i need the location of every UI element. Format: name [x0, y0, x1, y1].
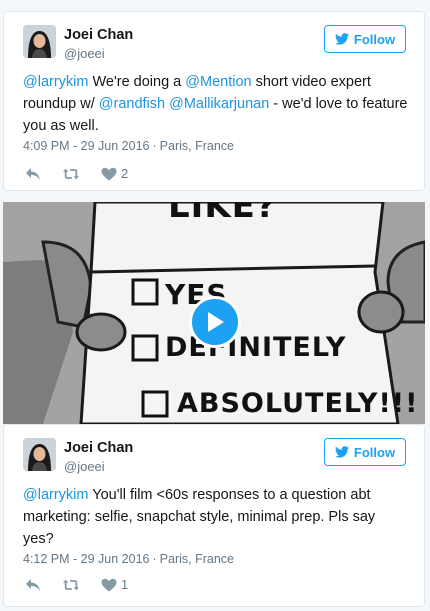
like-button[interactable]: 1	[101, 577, 128, 592]
retweet-icon	[63, 579, 79, 590]
like-count: 1	[121, 577, 129, 592]
twitter-bird-icon	[334, 33, 349, 45]
tweet-card: Joei Chan @joeei Follow @larrykim We're …	[3, 11, 425, 191]
tweet-text: @larrykim You'll film <60s responses to …	[23, 484, 408, 550]
mention-link[interactable]: @larrykim	[23, 74, 88, 90]
heart-icon	[101, 167, 117, 180]
reply-icon	[26, 578, 40, 591]
follow-label: Follow	[353, 31, 396, 47]
twitter-bird-icon	[334, 446, 349, 458]
mention-link[interactable]: @Mention	[185, 74, 251, 90]
video-option-absolutely: ABSOLUTELY!!!	[177, 388, 419, 419]
mention-link[interactable]: @randfish	[99, 96, 165, 112]
retweet-icon	[63, 168, 79, 179]
tweet-actions: 1	[25, 577, 150, 592]
retweet-button[interactable]	[63, 167, 79, 181]
tweet-meta: 4:09 PM - 29 Jun 2016 · Paris, France	[23, 139, 234, 153]
author-handle[interactable]: @joeei	[64, 46, 105, 61]
reply-button[interactable]	[25, 578, 41, 592]
tweet-location[interactable]: Paris, France	[160, 139, 234, 153]
avatar[interactable]	[23, 438, 56, 471]
follow-label: Follow	[353, 444, 396, 460]
author-name[interactable]: Joei Chan	[64, 27, 133, 43]
video-heading-text: LIKE?	[168, 202, 277, 226]
tweet-card: Joei Chan @joeei Follow @larrykim You'll…	[3, 424, 425, 607]
video-option-definitely: DEFINITELY	[165, 332, 347, 363]
like-button[interactable]: 2	[101, 166, 128, 181]
heart-icon	[101, 578, 117, 591]
follow-button[interactable]: Follow	[324, 25, 406, 53]
tweet-timestamp[interactable]: 4:09 PM - 29 Jun 2016	[23, 139, 149, 153]
avatar[interactable]	[23, 25, 56, 58]
tweet-meta: 4:12 PM - 29 Jun 2016 · Paris, France	[23, 552, 234, 566]
tweet-text-segment: We're doing a	[88, 74, 186, 90]
author-handle[interactable]: @joeei	[64, 459, 105, 474]
play-icon	[208, 312, 224, 332]
reply-button[interactable]	[25, 167, 41, 181]
like-count: 2	[121, 166, 129, 181]
mention-link[interactable]: @Mallikarjunan	[169, 96, 269, 112]
play-button[interactable]	[189, 296, 241, 348]
tweet-timestamp[interactable]: 4:12 PM - 29 Jun 2016	[23, 552, 149, 566]
reply-icon	[26, 167, 40, 180]
mention-link[interactable]: @larrykim	[23, 487, 88, 503]
tweet-actions: 2	[25, 166, 150, 181]
video-player[interactable]: LIKE? YES DEFINITELY ABSOLUTELY!!!	[3, 202, 425, 424]
tweet-text: @larrykim We're doing a @Mention short v…	[23, 71, 408, 137]
tweet-location[interactable]: Paris, France	[160, 552, 234, 566]
follow-button[interactable]: Follow	[324, 438, 406, 466]
retweet-button[interactable]	[63, 578, 79, 592]
author-name[interactable]: Joei Chan	[64, 440, 133, 456]
